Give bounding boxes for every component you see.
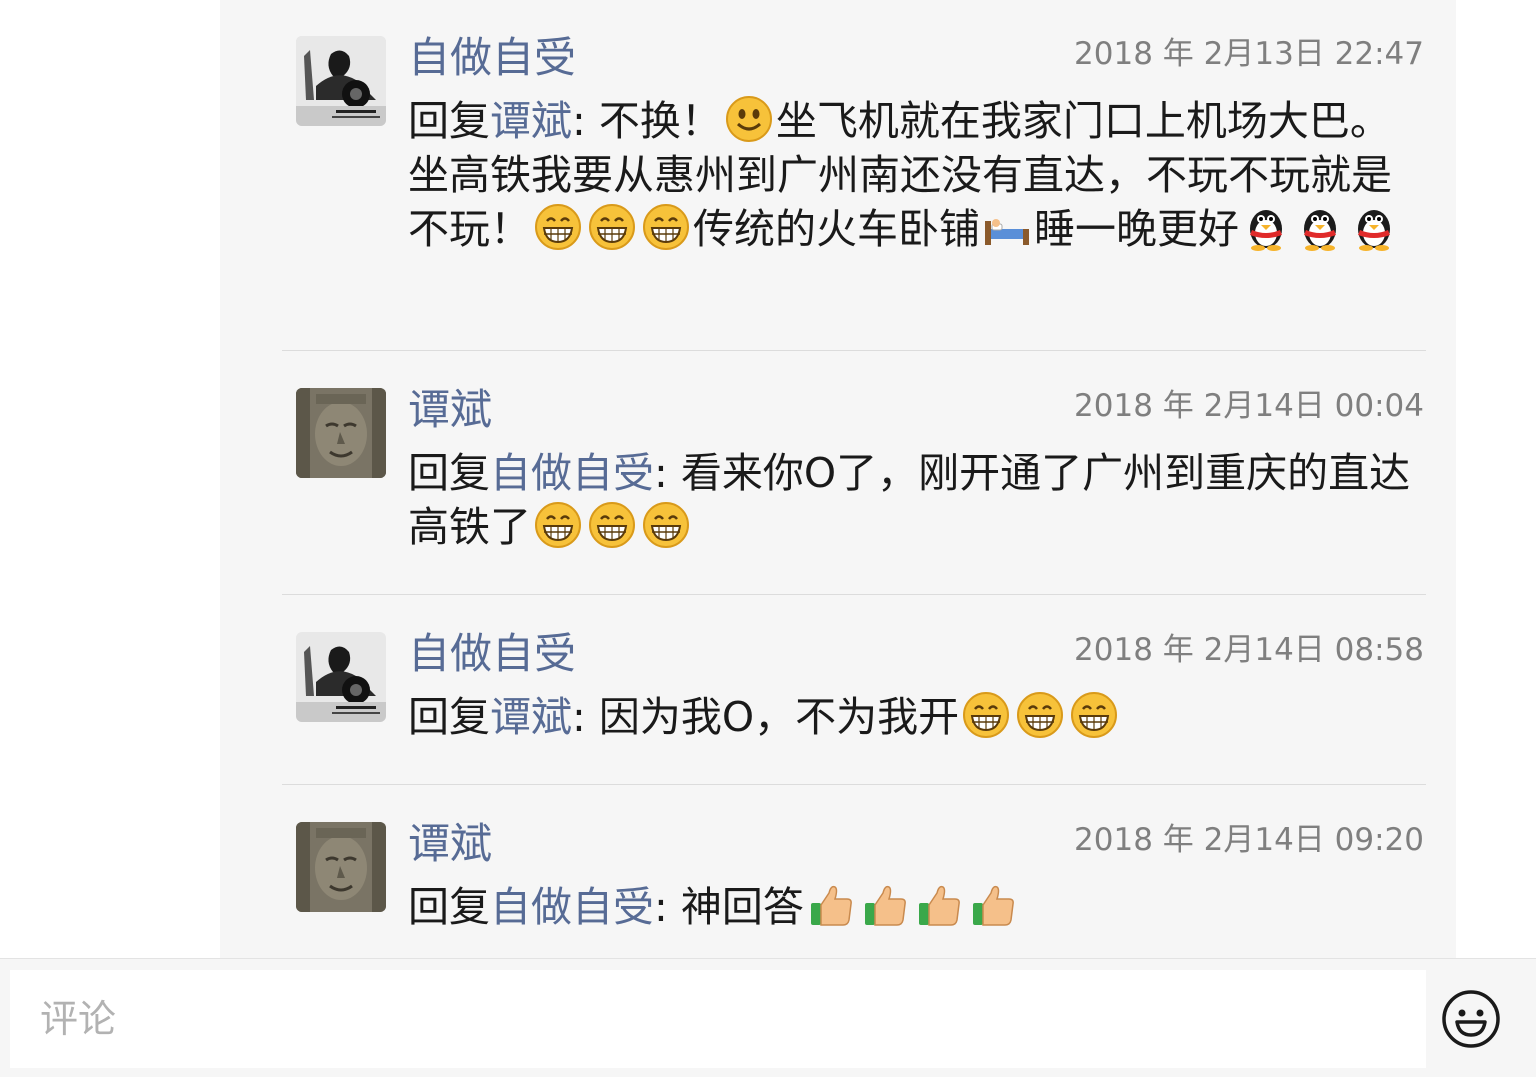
comment-body: 回复谭斌: 因为我O，不为我开 — [408, 690, 1428, 744]
comment-author[interactable]: 谭斌 — [408, 382, 492, 438]
avatar[interactable] — [296, 36, 386, 126]
reply-to-link[interactable]: 谭斌 — [490, 693, 572, 741]
qq-penguin-emoji — [1250, 210, 1282, 251]
grin-emoji — [1016, 691, 1064, 739]
comment-item: 谭斌 2018 年 2月14日 00:04 回复自做自受: 看来你O了，刚开通了… — [220, 352, 1456, 594]
grin-emoji — [588, 203, 636, 251]
reply-to-link[interactable]: 自做自受 — [490, 449, 654, 497]
comment-text: : 神回答 — [654, 883, 804, 931]
divider — [282, 594, 1426, 595]
comments-panel: 自做自受 2018 年 2月13日 22:47 回复谭斌: 不换！ 坐飞机就在我家… — [220, 0, 1456, 958]
reply-prefix: 回复 — [408, 97, 490, 145]
avatar[interactable] — [296, 388, 386, 478]
qq-penguin-emoji — [1304, 210, 1336, 251]
comment-time: 2018 年 2月14日 08:58 — [1074, 632, 1424, 668]
comment-input[interactable] — [10, 970, 1426, 1068]
thumbs-up-emoji — [972, 885, 1014, 926]
smiley-face-icon[interactable] — [1440, 988, 1502, 1050]
avatar[interactable] — [296, 822, 386, 912]
comment-text: : 因为我O，不为我开 — [572, 693, 960, 741]
comment-input-bar — [0, 958, 1536, 1077]
comment-body: 回复自做自受: 神回答 — [408, 880, 1428, 934]
grin-emoji — [642, 203, 690, 251]
smile-emoji — [725, 95, 773, 143]
comment-author[interactable]: 自做自受 — [408, 626, 576, 682]
reply-prefix: 回复 — [408, 693, 490, 741]
thumbs-up-emoji — [810, 885, 852, 926]
comment-author[interactable]: 谭斌 — [408, 816, 492, 872]
comment-body: 回复谭斌: 不换！ 坐飞机就在我家门口上机场大巴。坐高铁我要从惠州到广州南还没有直… — [408, 94, 1428, 256]
grin-emoji — [588, 501, 636, 549]
comment-text: 传统的火车卧铺 — [693, 205, 980, 253]
comment-item: 谭斌 2018 年 2月14日 09:20 回复自做自受: 神回答 — [220, 786, 1456, 958]
comment-item: 自做自受 2018 年 2月13日 22:47 回复谭斌: 不换！ 坐飞机就在我家… — [220, 0, 1456, 350]
divider — [282, 350, 1426, 351]
grin-emoji — [1070, 691, 1118, 739]
comment-text: 睡一晚更好 — [1034, 205, 1239, 253]
reply-prefix: 回复 — [408, 883, 490, 931]
comment-time: 2018 年 2月14日 09:20 — [1074, 822, 1424, 858]
comment-time: 2018 年 2月14日 00:04 — [1074, 388, 1424, 424]
comment-item: 自做自受 2018 年 2月14日 08:58 回复谭斌: 因为我O，不为我开 — [220, 596, 1456, 784]
comment-author[interactable]: 自做自受 — [408, 30, 576, 86]
reply-prefix: 回复 — [408, 449, 490, 497]
divider — [282, 784, 1426, 785]
comment-text: : 不换！ — [572, 97, 722, 145]
comment-body: 回复自做自受: 看来你O了，刚开通了广州到重庆的直达高铁了 — [408, 446, 1428, 554]
qq-penguin-emoji — [1358, 210, 1390, 251]
thumbs-up-emoji — [864, 885, 906, 926]
reply-to-link[interactable]: 自做自受 — [490, 883, 654, 931]
avatar[interactable] — [296, 632, 386, 722]
comment-time: 2018 年 2月13日 22:47 — [1074, 36, 1424, 72]
reply-to-link[interactable]: 谭斌 — [490, 97, 572, 145]
grin-emoji — [534, 203, 582, 251]
grin-emoji — [962, 691, 1010, 739]
grin-emoji — [534, 501, 582, 549]
bed-emoji — [984, 218, 1030, 246]
thumbs-up-emoji — [918, 885, 960, 926]
grin-emoji — [642, 501, 690, 549]
